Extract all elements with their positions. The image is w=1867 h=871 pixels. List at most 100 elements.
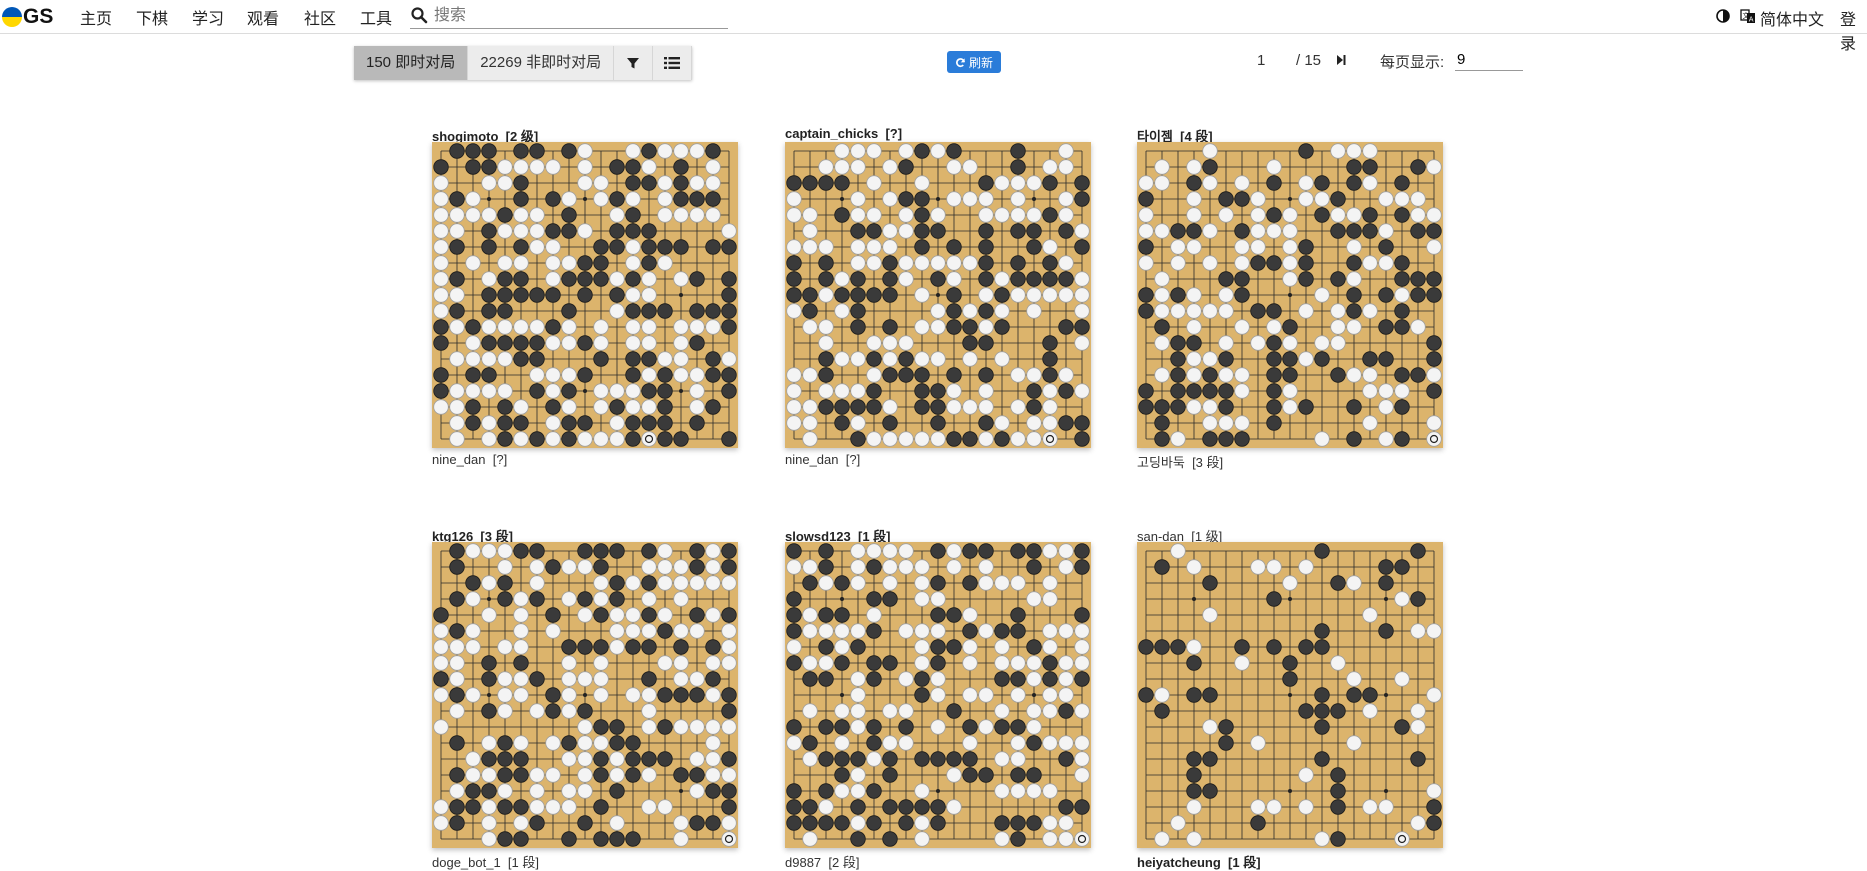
black-stone xyxy=(1010,143,1026,159)
black-stone xyxy=(866,623,882,639)
black-stone xyxy=(914,239,930,255)
white-stone xyxy=(465,543,481,559)
go-board[interactable] xyxy=(1137,542,1443,848)
black-stone xyxy=(1010,223,1026,239)
white-stone xyxy=(898,431,914,447)
nav-watch[interactable]: 观看 xyxy=(247,5,279,29)
login-link[interactable]: 登录 xyxy=(1840,6,1867,54)
black-stone xyxy=(1042,655,1058,671)
go-board[interactable] xyxy=(1137,142,1443,448)
ogs-logo[interactable]: GS xyxy=(2,5,53,29)
list-view-button[interactable] xyxy=(653,46,693,80)
language-selector[interactable]: 简体中文 xyxy=(1760,6,1824,30)
tab-live-games[interactable]: 150 即时对局 xyxy=(354,46,469,80)
nav-tools[interactable]: 工具 xyxy=(360,5,392,29)
top-player-name[interactable]: captain_chicks [?] xyxy=(785,126,902,141)
white-stone xyxy=(850,671,866,687)
black-stone xyxy=(593,831,609,847)
black-stone xyxy=(914,399,930,415)
white-stone xyxy=(689,143,705,159)
black-stone xyxy=(1026,639,1042,655)
last-page-icon[interactable] xyxy=(1336,54,1346,66)
white-stone xyxy=(433,719,449,735)
bottom-player-name[interactable]: nine_dan [?] xyxy=(785,452,860,467)
white-stone xyxy=(914,559,930,575)
nav-community[interactable]: 社区 xyxy=(304,5,336,29)
white-stone xyxy=(577,175,593,191)
white-stone xyxy=(481,319,497,335)
go-board[interactable] xyxy=(785,142,1091,448)
nav-home[interactable]: 主页 xyxy=(80,5,112,29)
black-stone xyxy=(786,815,802,831)
white-stone xyxy=(561,399,577,415)
tab-correspondence-games[interactable]: 22269 非即时对局 xyxy=(468,46,615,80)
white-stone xyxy=(1298,303,1314,319)
search-input[interactable] xyxy=(432,4,726,28)
top-player-username[interactable]: captain_chicks xyxy=(785,126,878,141)
black-stone xyxy=(1058,271,1074,287)
black-stone xyxy=(1218,399,1234,415)
black-stone xyxy=(946,303,962,319)
black-stone xyxy=(930,415,946,431)
white-stone xyxy=(433,687,449,703)
refresh-button[interactable]: 刷新 xyxy=(947,51,1002,73)
go-board[interactable] xyxy=(785,542,1091,848)
white-stone xyxy=(689,207,705,223)
white-stone xyxy=(673,831,689,847)
white-stone xyxy=(609,751,625,767)
white-stone xyxy=(513,159,529,175)
white-stone xyxy=(1378,799,1394,815)
bottom-player-username[interactable]: nine_dan xyxy=(785,452,839,467)
white-stone xyxy=(721,815,737,831)
go-board[interactable] xyxy=(432,142,738,448)
bottom-player-name[interactable]: heiyatcheung [1 段] xyxy=(1137,852,1261,871)
white-stone xyxy=(978,431,994,447)
black-stone xyxy=(882,655,898,671)
nav-play[interactable]: 下棋 xyxy=(136,5,168,29)
bottom-player-username[interactable]: nine_dan xyxy=(432,452,486,467)
black-stone xyxy=(705,191,721,207)
white-stone xyxy=(497,255,513,271)
white-stone xyxy=(609,431,625,447)
bottom-player-username[interactable]: 고딩바둑 xyxy=(1137,455,1185,470)
per-page-input[interactable] xyxy=(1455,48,1523,71)
black-stone xyxy=(609,287,625,303)
star-point xyxy=(487,693,491,697)
go-board[interactable] xyxy=(432,542,738,848)
white-stone xyxy=(625,255,641,271)
black-stone xyxy=(513,335,529,351)
filter-button[interactable] xyxy=(614,46,654,80)
white-stone xyxy=(898,255,914,271)
white-stone xyxy=(1282,255,1298,271)
white-stone xyxy=(673,591,689,607)
white-stone xyxy=(1010,575,1026,591)
white-stone xyxy=(1410,815,1426,831)
nav-learn[interactable]: 学习 xyxy=(192,5,224,29)
white-stone xyxy=(1042,575,1058,591)
bottom-player-name[interactable]: doge_bot_1 [1 段] xyxy=(432,852,539,871)
black-stone xyxy=(1202,367,1218,383)
bottom-player-name[interactable]: d9887 [2 段] xyxy=(785,852,859,871)
black-stone xyxy=(1266,591,1282,607)
contrast-icon[interactable] xyxy=(1716,9,1730,23)
bottom-player-name[interactable]: 고딩바둑 [3 段] xyxy=(1137,452,1223,471)
white-stone xyxy=(641,623,657,639)
bottom-player-name[interactable]: nine_dan [?] xyxy=(432,452,507,467)
white-stone xyxy=(497,223,513,239)
white-stone xyxy=(1298,767,1314,783)
language-icon[interactable]: 文 A xyxy=(1740,8,1756,24)
page-current[interactable]: 1 xyxy=(1257,52,1265,69)
black-stone xyxy=(850,319,866,335)
black-stone xyxy=(641,383,657,399)
black-stone xyxy=(1010,767,1026,783)
black-stone xyxy=(721,799,737,815)
black-stone xyxy=(609,223,625,239)
white-stone xyxy=(882,223,898,239)
black-stone xyxy=(1074,559,1090,575)
black-stone xyxy=(978,303,994,319)
black-stone xyxy=(946,703,962,719)
black-stone xyxy=(449,303,465,319)
black-stone xyxy=(657,751,673,767)
white-stone xyxy=(994,831,1010,847)
white-stone xyxy=(1058,687,1074,703)
